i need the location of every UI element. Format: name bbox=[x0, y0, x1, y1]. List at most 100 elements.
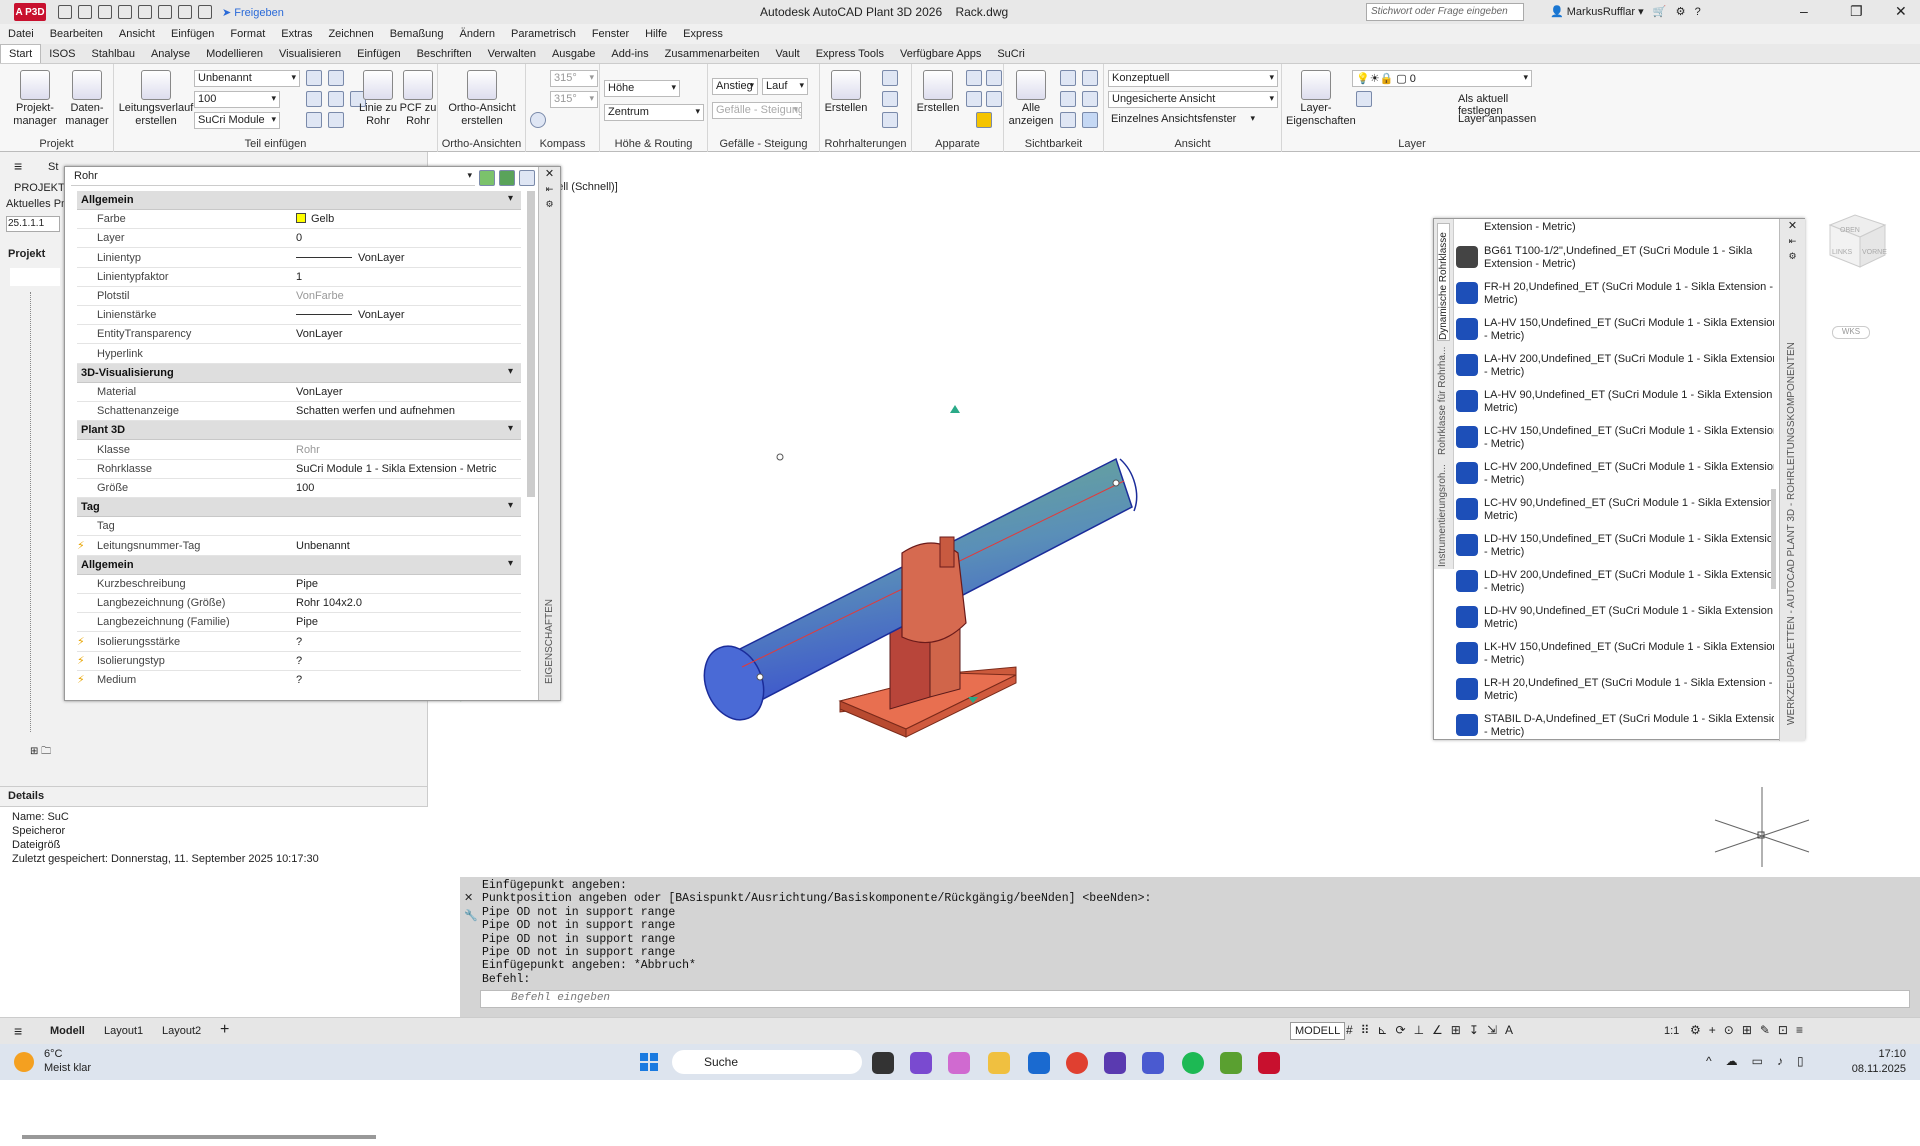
line-number-dropdown[interactable]: Unbenannt bbox=[194, 70, 300, 87]
palette-item[interactable]: LD-HV 90,Undefined_ET (SuCri Module 1 - … bbox=[1456, 605, 1774, 631]
menu-item[interactable]: Einfügen bbox=[163, 28, 222, 40]
tool-palette-settings-icon[interactable]: ⚙ bbox=[1780, 251, 1805, 262]
xray-icon[interactable] bbox=[1082, 112, 1098, 128]
property-row[interactable]: Tag bbox=[77, 517, 521, 537]
add-layout-icon[interactable]: + bbox=[220, 1021, 229, 1039]
help-search-input[interactable]: Stichwort oder Frage eingeben bbox=[1366, 3, 1524, 21]
grid-icon[interactable] bbox=[328, 70, 344, 86]
menu-item[interactable]: Hilfe bbox=[637, 28, 675, 40]
property-row[interactable]: Layer 0 bbox=[77, 229, 521, 249]
ribbon-tab[interactable]: Verwalten bbox=[480, 45, 544, 63]
tag-icon[interactable] bbox=[306, 70, 322, 86]
property-row[interactable]: Langbezeichnung (Größe) Rohr 104x2.0 bbox=[77, 594, 521, 614]
property-value[interactable]: VonLayer bbox=[296, 386, 342, 398]
menu-item[interactable]: Bemaßung bbox=[382, 28, 452, 40]
undo-icon[interactable] bbox=[158, 5, 172, 19]
tab-dynamische-rohrklasse[interactable]: Dynamische Rohrklasse bbox=[1437, 223, 1450, 341]
palette-item[interactable]: LA-HV 150,Undefined_ET (SuCri Module 1 -… bbox=[1456, 317, 1774, 343]
property-value[interactable]: VonLayer bbox=[296, 328, 342, 340]
equipment-create-button[interactable]: Erstellen bbox=[916, 70, 960, 115]
property-section[interactable]: Plant 3D bbox=[77, 421, 521, 441]
ribbon-tab[interactable]: Ausgabe bbox=[544, 45, 603, 63]
property-value[interactable]: VonLayer bbox=[296, 252, 404, 264]
visual-style-dropdown[interactable]: Konzeptuell bbox=[1108, 70, 1278, 87]
property-value[interactable]: Rohr 104x2.0 bbox=[296, 597, 362, 609]
property-value[interactable]: VonFarbe bbox=[296, 290, 344, 302]
height-input[interactable]: Höhe bbox=[604, 80, 680, 97]
slope-rise-input[interactable]: Anstieg bbox=[712, 78, 758, 95]
palette-item[interactable]: LA-HV 200,Undefined_ET (SuCri Module 1 -… bbox=[1456, 353, 1774, 379]
property-row[interactable]: Medium ⚡? bbox=[77, 671, 521, 689]
pickadd-icon[interactable] bbox=[519, 170, 535, 186]
support-replace-icon[interactable] bbox=[882, 91, 898, 107]
leitungsverlauf-button[interactable]: Leitungsverlauf erstellen bbox=[118, 70, 194, 128]
property-value[interactable]: 0 bbox=[296, 232, 302, 244]
edit-icon[interactable] bbox=[306, 112, 322, 128]
menu-item[interactable]: Fenster bbox=[584, 28, 637, 40]
nozzle-edit-icon[interactable] bbox=[986, 70, 1002, 86]
layer-dropdown[interactable]: 💡☀🔒 ▢ 0 bbox=[1352, 70, 1532, 87]
palette-scrollbar[interactable] bbox=[1771, 489, 1776, 589]
tab-modell[interactable]: Modell bbox=[50, 1025, 85, 1037]
ribbon-tab[interactable]: Zusammenarbeiten bbox=[657, 45, 768, 63]
open-icon[interactable] bbox=[78, 5, 92, 19]
tab-layout1[interactable]: Layout1 bbox=[104, 1025, 143, 1037]
ribbon-tab[interactable]: Stahlbau bbox=[84, 45, 143, 63]
teams2-icon[interactable] bbox=[1142, 1052, 1164, 1074]
menu-item[interactable]: Express bbox=[675, 28, 731, 40]
section-icon[interactable] bbox=[1060, 112, 1076, 128]
view-cube[interactable] bbox=[1828, 214, 1887, 268]
ribbon-tab[interactable]: Einfügen bbox=[349, 45, 408, 63]
project-tree[interactable] bbox=[30, 292, 60, 732]
outlook-icon[interactable] bbox=[1028, 1052, 1050, 1074]
property-row[interactable]: Schattenanzeige Schatten werfen und aufne… bbox=[77, 402, 521, 422]
size-dropdown[interactable]: 100 bbox=[194, 91, 280, 108]
palette-settings-icon[interactable]: ⚙ bbox=[539, 199, 560, 210]
palette-autohide-icon[interactable]: ⇤ bbox=[539, 184, 560, 195]
palette-item[interactable]: LD-HV 200,Undefined_ET (SuCri Module 1 -… bbox=[1456, 569, 1774, 595]
drafting-toggles[interactable]: #⠿⊾⟳⊥∠⊞↧⇲A bbox=[1346, 1023, 1521, 1037]
compass-icon[interactable] bbox=[530, 112, 546, 128]
maximize-icon[interactable]: ❐ bbox=[1850, 3, 1863, 20]
clock-time[interactable]: 17:10 bbox=[1856, 1048, 1906, 1060]
property-value[interactable]: 1 bbox=[296, 271, 302, 283]
property-value[interactable]: ? bbox=[296, 674, 302, 686]
slope-dropdown[interactable]: Gefälle - Steigung bbox=[712, 102, 802, 119]
tool-palette-close-icon[interactable]: ✕ bbox=[1780, 219, 1805, 232]
palette-item[interactable]: STABIL D-A,Undefined_ET (SuCri Module 1 … bbox=[1456, 713, 1774, 739]
teams-icon[interactable] bbox=[1104, 1052, 1126, 1074]
ribbon-tab[interactable]: Express Tools bbox=[808, 45, 892, 63]
property-section[interactable]: 3D-Visualisierung bbox=[77, 363, 521, 383]
menu-item[interactable]: Zeichnen bbox=[320, 28, 381, 40]
ribbon-tab[interactable]: Verfügbare Apps bbox=[892, 45, 989, 63]
annotation-scale[interactable]: 1:1 bbox=[1664, 1025, 1679, 1037]
ribbon-tab[interactable]: Beschriften bbox=[409, 45, 480, 63]
menu-item[interactable]: Datei bbox=[0, 28, 42, 40]
ortho-ansicht-button[interactable]: Ortho-Ansicht erstellen bbox=[442, 70, 522, 128]
wcs-menu[interactable]: WKS bbox=[1832, 326, 1870, 339]
property-row[interactable]: Klasse Rohr bbox=[77, 441, 521, 460]
share-button[interactable]: ➤ Freigeben bbox=[222, 6, 284, 19]
ribbon-tab[interactable]: Start bbox=[0, 44, 42, 63]
weather-icon[interactable] bbox=[14, 1052, 34, 1072]
model-space-toggle[interactable]: MODELL bbox=[1290, 1022, 1346, 1040]
property-value[interactable]: ? bbox=[296, 655, 302, 667]
user-account[interactable]: 👤 MarkusRufflar ▾ 🛒 ⚙ ? bbox=[1550, 5, 1701, 18]
menu-item[interactable]: Format bbox=[222, 28, 273, 40]
tab-layout2[interactable]: Layout2 bbox=[162, 1025, 201, 1037]
datenmanager-button[interactable]: Daten- manager bbox=[62, 70, 112, 128]
system-tray[interactable]: ^☁▭♪▯ bbox=[1706, 1054, 1818, 1068]
palette-item-partial[interactable]: Extension - Metric) bbox=[1484, 221, 1774, 234]
visual-studio-icon[interactable] bbox=[910, 1052, 932, 1074]
equipment-attach-icon[interactable] bbox=[976, 112, 992, 128]
menu-item[interactable]: Bearbeiten bbox=[42, 28, 111, 40]
ribbon-tab[interactable]: Visualisieren bbox=[271, 45, 349, 63]
project-dropdown[interactable]: 25.1.1.1 bbox=[6, 216, 60, 232]
layer-state-icon[interactable] bbox=[1356, 91, 1372, 107]
property-section[interactable]: Allgemein bbox=[77, 191, 521, 210]
tab-instrumentierung[interactable]: Instrumentierungsroh... bbox=[1437, 459, 1448, 567]
palette-item[interactable]: LR-H 20,Undefined_ET (SuCri Module 1 - S… bbox=[1456, 677, 1774, 703]
compass-angle-1[interactable]: 315° bbox=[550, 70, 598, 87]
align-icon[interactable] bbox=[328, 112, 344, 128]
select-objects-icon[interactable] bbox=[499, 170, 515, 186]
